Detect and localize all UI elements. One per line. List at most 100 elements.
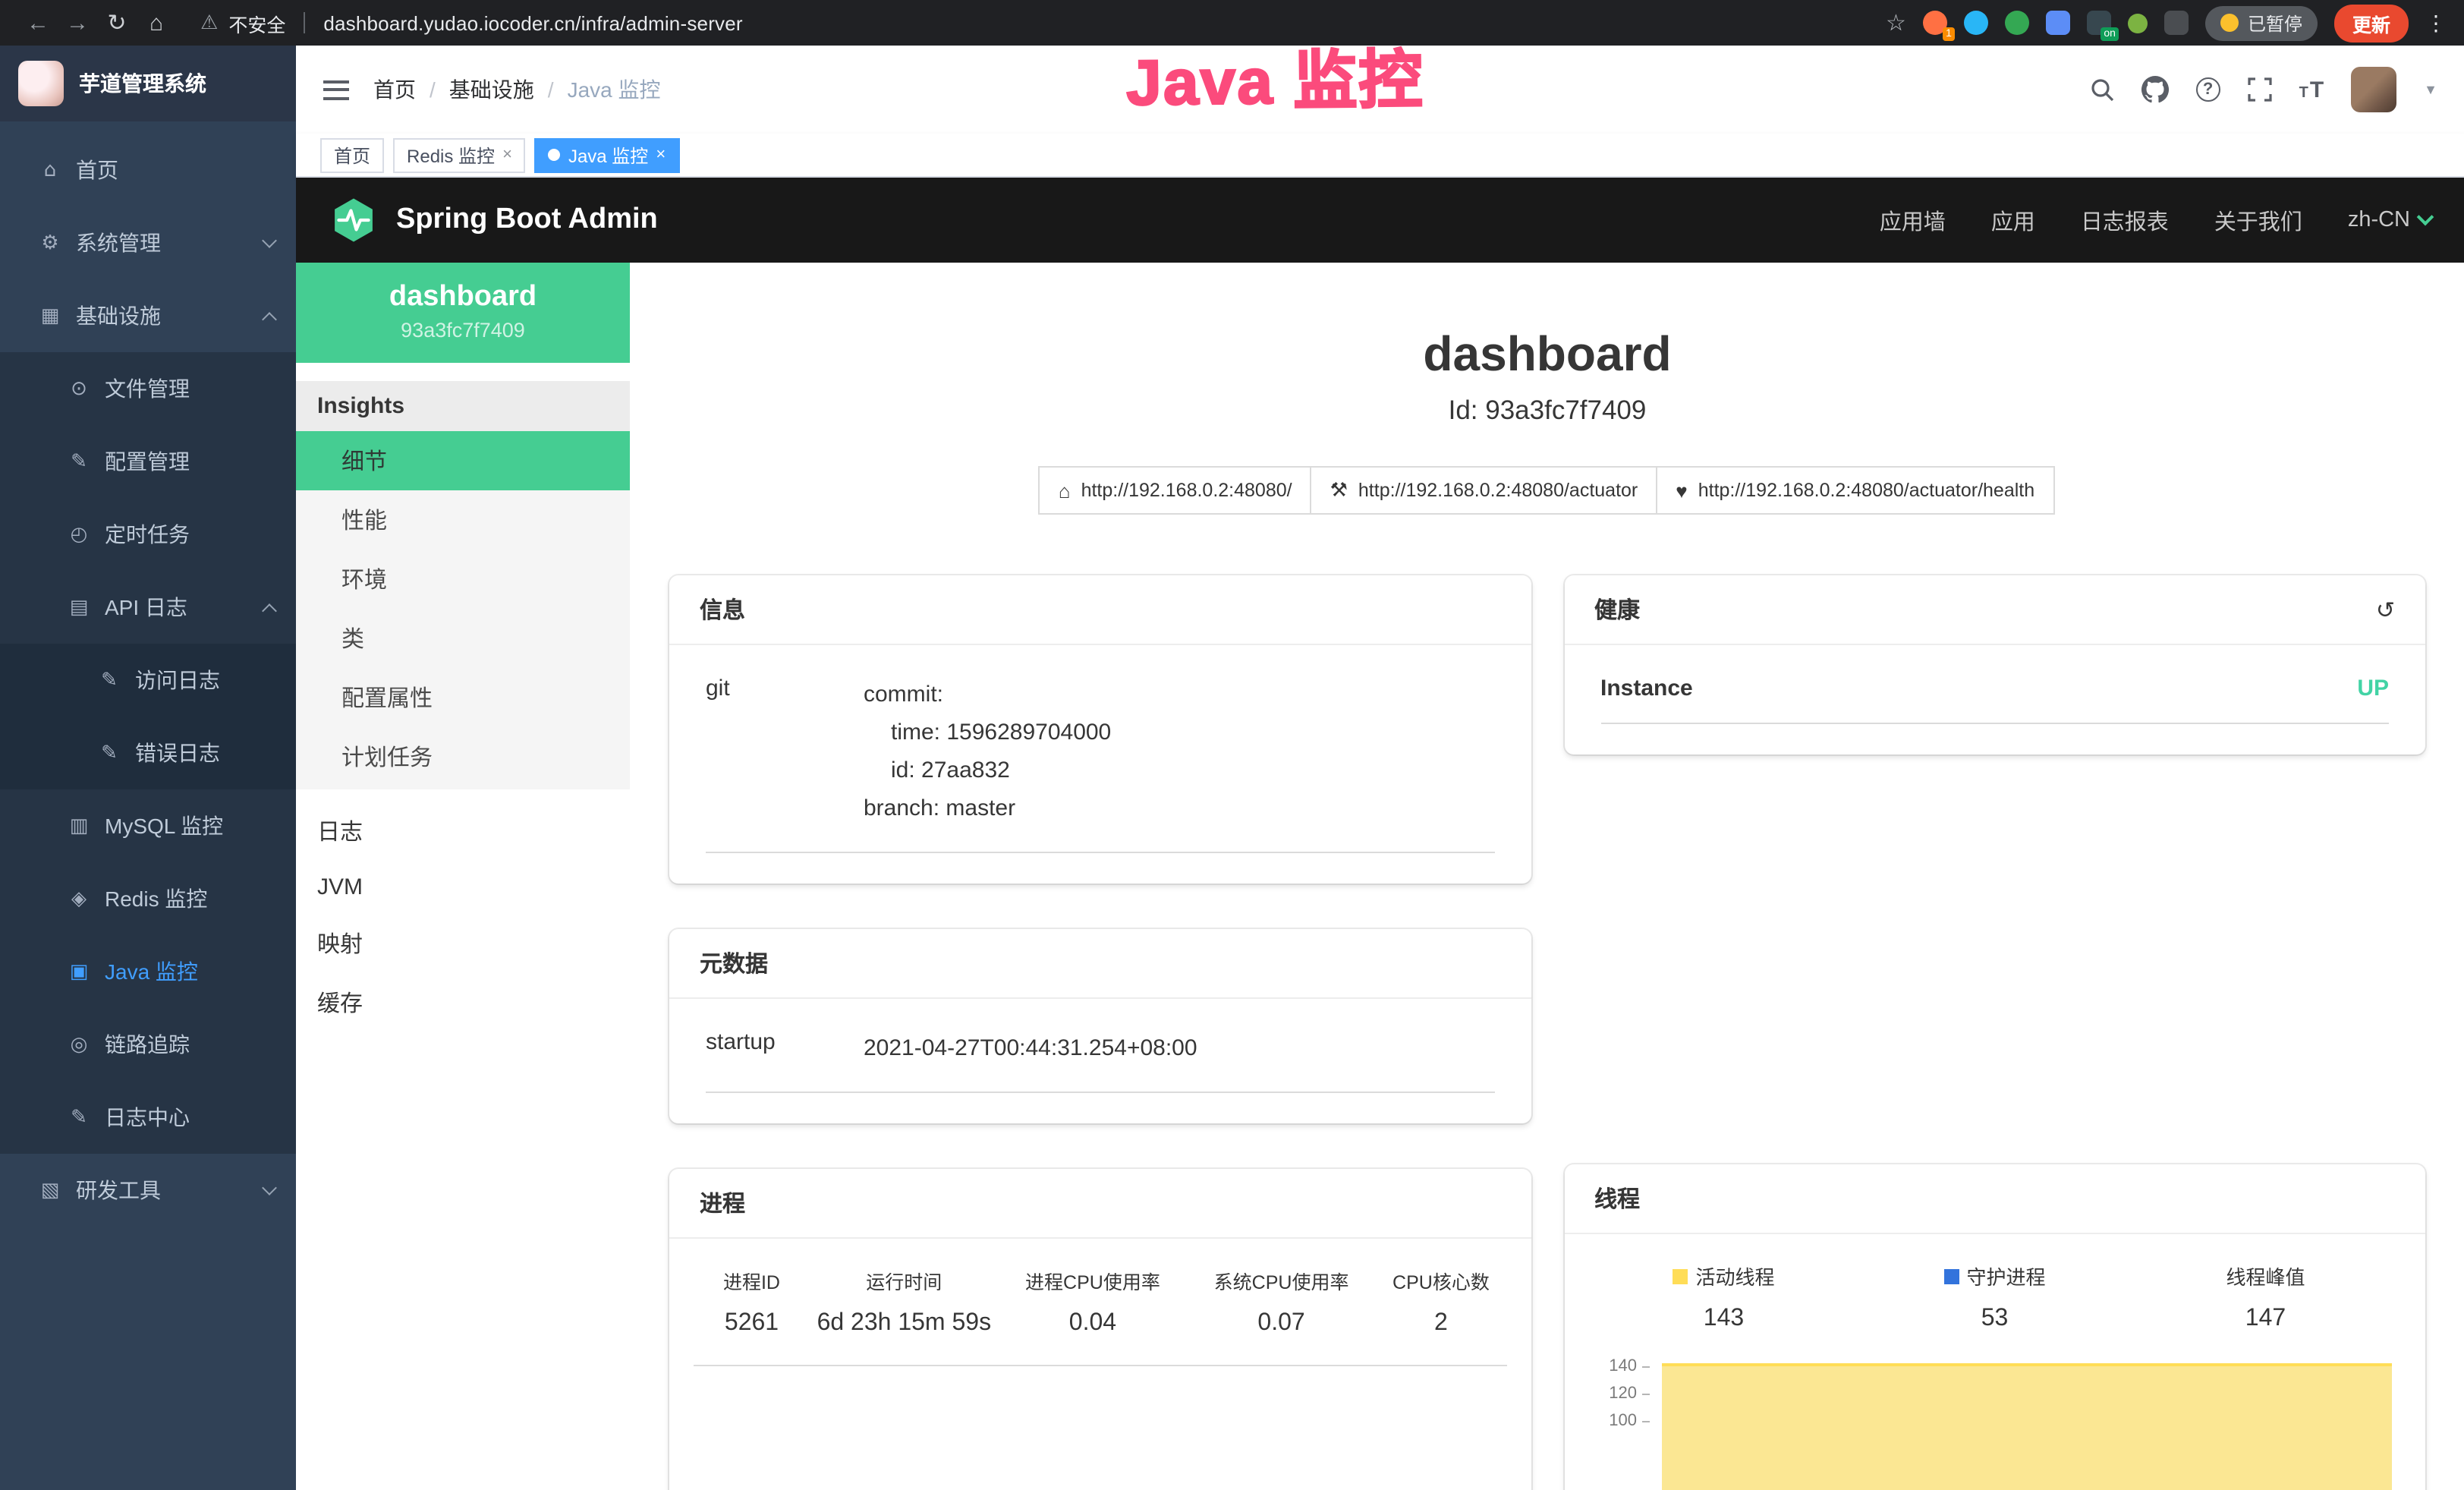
sidebar-item-system[interactable]: 系统管理 bbox=[0, 206, 296, 279]
github-icon[interactable] bbox=[2141, 76, 2169, 103]
chevron-down-icon bbox=[262, 232, 277, 247]
sidebar-item-redis-monitor[interactable]: Redis 监控 bbox=[0, 862, 296, 935]
sidebar-item-java-monitor[interactable]: Java 监控 bbox=[0, 935, 296, 1008]
forward-icon[interactable]: → bbox=[58, 10, 97, 36]
sidebar-item-mysql-monitor[interactable]: MySQL 监控 bbox=[0, 789, 296, 862]
fullscreen-icon[interactable] bbox=[2248, 77, 2272, 102]
header-actions: ▼ bbox=[2090, 67, 2437, 112]
sba-nav-applications[interactable]: 应用 bbox=[1991, 204, 2035, 236]
update-button[interactable]: 更新 bbox=[2334, 4, 2409, 42]
sidebar-item-infrastructure[interactable]: 基础设施 bbox=[0, 279, 296, 352]
metadata-card: 元数据 startup 2021-04-27T00:44:31.254+08:0… bbox=[669, 929, 1531, 1123]
chevron-down-icon bbox=[2417, 209, 2434, 226]
log-center-icon bbox=[67, 1106, 91, 1129]
status-badge: UP bbox=[2357, 676, 2389, 701]
card-title: 进程 bbox=[700, 1187, 745, 1219]
home-icon[interactable]: ⌂ bbox=[137, 10, 176, 36]
security-label[interactable]: 不安全 bbox=[228, 8, 285, 37]
font-size-icon[interactable] bbox=[2299, 77, 2324, 102]
process-table: 进程ID5261 运行时间6d 23h 15m 59s 进程CPU使用率0.04… bbox=[694, 1263, 1506, 1366]
app-logo[interactable]: 芋道管理系统 bbox=[0, 46, 296, 121]
page-subtitle: Id: 93a3fc7f7409 bbox=[669, 395, 2425, 427]
reload-icon[interactable]: ↻ bbox=[97, 9, 137, 36]
sba-header: Spring Boot Admin 应用墙 应用 日志报表 关于我们 zh-CN bbox=[296, 178, 2464, 263]
threads-legend: 活动线程 143 守护进程 53 bbox=[1588, 1258, 2401, 1333]
history-icon[interactable]: ↺ bbox=[2376, 596, 2395, 623]
redis-icon bbox=[67, 887, 91, 910]
extension-switch-icon[interactable]: on bbox=[2087, 11, 2111, 35]
menu-item-scheduled-tasks[interactable]: 计划任务 bbox=[296, 727, 630, 786]
paused-badge[interactable]: 已暂停 bbox=[2205, 5, 2318, 40]
breadcrumb-infra[interactable]: 基础设施 bbox=[449, 74, 534, 105]
browser-menu-icon[interactable]: ⋮ bbox=[2425, 10, 2447, 36]
threads-chart-area bbox=[1661, 1363, 2392, 1490]
menu-item-details[interactable]: 细节 bbox=[296, 431, 630, 490]
address-bar[interactable]: ⚠ 不安全 dashboard.yudao.iocoder.cn/infra/a… bbox=[200, 8, 743, 37]
breadcrumb-home[interactable]: 首页 bbox=[373, 74, 416, 105]
close-icon[interactable]: × bbox=[502, 146, 512, 164]
instance-id: 93a3fc7f7409 bbox=[308, 319, 618, 342]
menu-item-environment[interactable]: 环境 bbox=[296, 550, 630, 609]
health-url-link[interactable]: http://192.168.0.2:48080/actuator/health bbox=[1656, 466, 2054, 515]
extension-leaf-icon[interactable] bbox=[2128, 13, 2148, 33]
divider bbox=[304, 12, 305, 33]
actuator-url-link[interactable]: http://192.168.0.2:48080/actuator bbox=[1311, 466, 1658, 515]
extension-fox-icon[interactable]: 1 bbox=[1923, 11, 1947, 35]
sidebar-item-file-manage[interactable]: 文件管理 bbox=[0, 352, 296, 425]
root-menu: 日志 JVM 映射 缓存 bbox=[296, 789, 630, 1032]
metadata-row-startup: startup 2021-04-27T00:44:31.254+08:00 bbox=[706, 1029, 1494, 1093]
search-icon[interactable] bbox=[2090, 77, 2114, 102]
tags-bar: 首页 Redis 监控 × Java 监控 × bbox=[296, 134, 2464, 178]
tab-redis-monitor[interactable]: Redis 监控 × bbox=[393, 137, 526, 172]
url-text[interactable]: dashboard.yudao.iocoder.cn/infra/admin-s… bbox=[323, 11, 742, 34]
app-title: 芋道管理系统 bbox=[79, 68, 206, 99]
sidebar-item-access-log[interactable]: 访问日志 bbox=[0, 644, 296, 717]
legend-swatch-live bbox=[1673, 1268, 1688, 1284]
sidebar-item-api-log[interactable]: API 日志 bbox=[0, 571, 296, 644]
caret-down-icon[interactable]: ▼ bbox=[2424, 82, 2437, 97]
logo-avatar bbox=[18, 61, 64, 106]
extension-drop-icon[interactable] bbox=[1964, 11, 1988, 35]
info-row-git: git commit: time: 1596289704000 id: 27aa… bbox=[706, 676, 1494, 853]
tab-java-monitor[interactable]: Java 监控 × bbox=[535, 137, 679, 172]
sidebar-item-home[interactable]: 首页 bbox=[0, 134, 296, 206]
menu-item-logs[interactable]: 日志 bbox=[296, 802, 630, 861]
sba-sidebar: dashboard 93a3fc7f7409 Insights 细节 性能 环境… bbox=[296, 263, 630, 1490]
sba-logo-icon bbox=[329, 196, 378, 244]
menu-item-metrics[interactable]: 性能 bbox=[296, 490, 630, 550]
sba-content: dashboard Id: 93a3fc7f7409 http://192.16… bbox=[630, 263, 2464, 1490]
sidebar-item-config-manage[interactable]: 配置管理 bbox=[0, 425, 296, 498]
sidebar-item-error-log[interactable]: 错误日志 bbox=[0, 717, 296, 789]
close-icon[interactable]: × bbox=[656, 146, 666, 164]
sba-nav-journal[interactable]: 日志报表 bbox=[2081, 204, 2169, 236]
sidebar-item-log-center[interactable]: 日志中心 bbox=[0, 1081, 296, 1154]
health-row-instance: Instance UP bbox=[1600, 676, 2389, 724]
extension-puzzle-icon[interactable] bbox=[2164, 11, 2189, 35]
instance-header[interactable]: dashboard 93a3fc7f7409 bbox=[296, 263, 630, 363]
menu-item-mappings[interactable]: 映射 bbox=[296, 914, 630, 973]
bookmark-star-icon[interactable]: ☆ bbox=[1886, 9, 1906, 36]
sidebar-item-dev-tools[interactable]: 研发工具 bbox=[0, 1154, 296, 1227]
breadcrumb-current: Java 监控 bbox=[568, 74, 661, 105]
tab-home[interactable]: 首页 bbox=[320, 137, 384, 172]
language-selector[interactable]: zh-CN bbox=[2348, 208, 2431, 232]
extension-video-icon[interactable] bbox=[2005, 11, 2029, 35]
user-avatar[interactable] bbox=[2351, 67, 2396, 112]
back-icon[interactable]: ← bbox=[18, 10, 58, 36]
sidebar-item-scheduled-task[interactable]: 定时任务 bbox=[0, 498, 296, 571]
browser-actions: ☆ 1 on 已暂停 更新 ⋮ bbox=[1886, 4, 2447, 42]
hamburger-icon[interactable] bbox=[323, 80, 349, 99]
extension-grid-icon[interactable] bbox=[2046, 11, 2070, 35]
menu-item-jvm[interactable]: JVM bbox=[296, 861, 630, 914]
card-title: 健康 bbox=[1594, 594, 1640, 625]
sba-brand[interactable]: Spring Boot Admin bbox=[396, 203, 658, 237]
sba-nav-about[interactable]: 关于我们 bbox=[2214, 204, 2302, 236]
sba-nav-wall[interactable]: 应用墙 bbox=[1880, 204, 1946, 236]
service-url-link[interactable]: http://192.168.0.2:48080/ bbox=[1039, 466, 1312, 515]
menu-item-caches[interactable]: 缓存 bbox=[296, 973, 630, 1032]
sidebar-item-trace[interactable]: 链路追踪 bbox=[0, 1008, 296, 1081]
help-icon[interactable] bbox=[2196, 77, 2220, 102]
menu-item-config-props[interactable]: 配置属性 bbox=[296, 668, 630, 727]
browser-toolbar: ← → ↻ ⌂ ⚠ 不安全 dashboard.yudao.iocoder.cn… bbox=[0, 0, 2464, 46]
menu-item-classes[interactable]: 类 bbox=[296, 609, 630, 668]
